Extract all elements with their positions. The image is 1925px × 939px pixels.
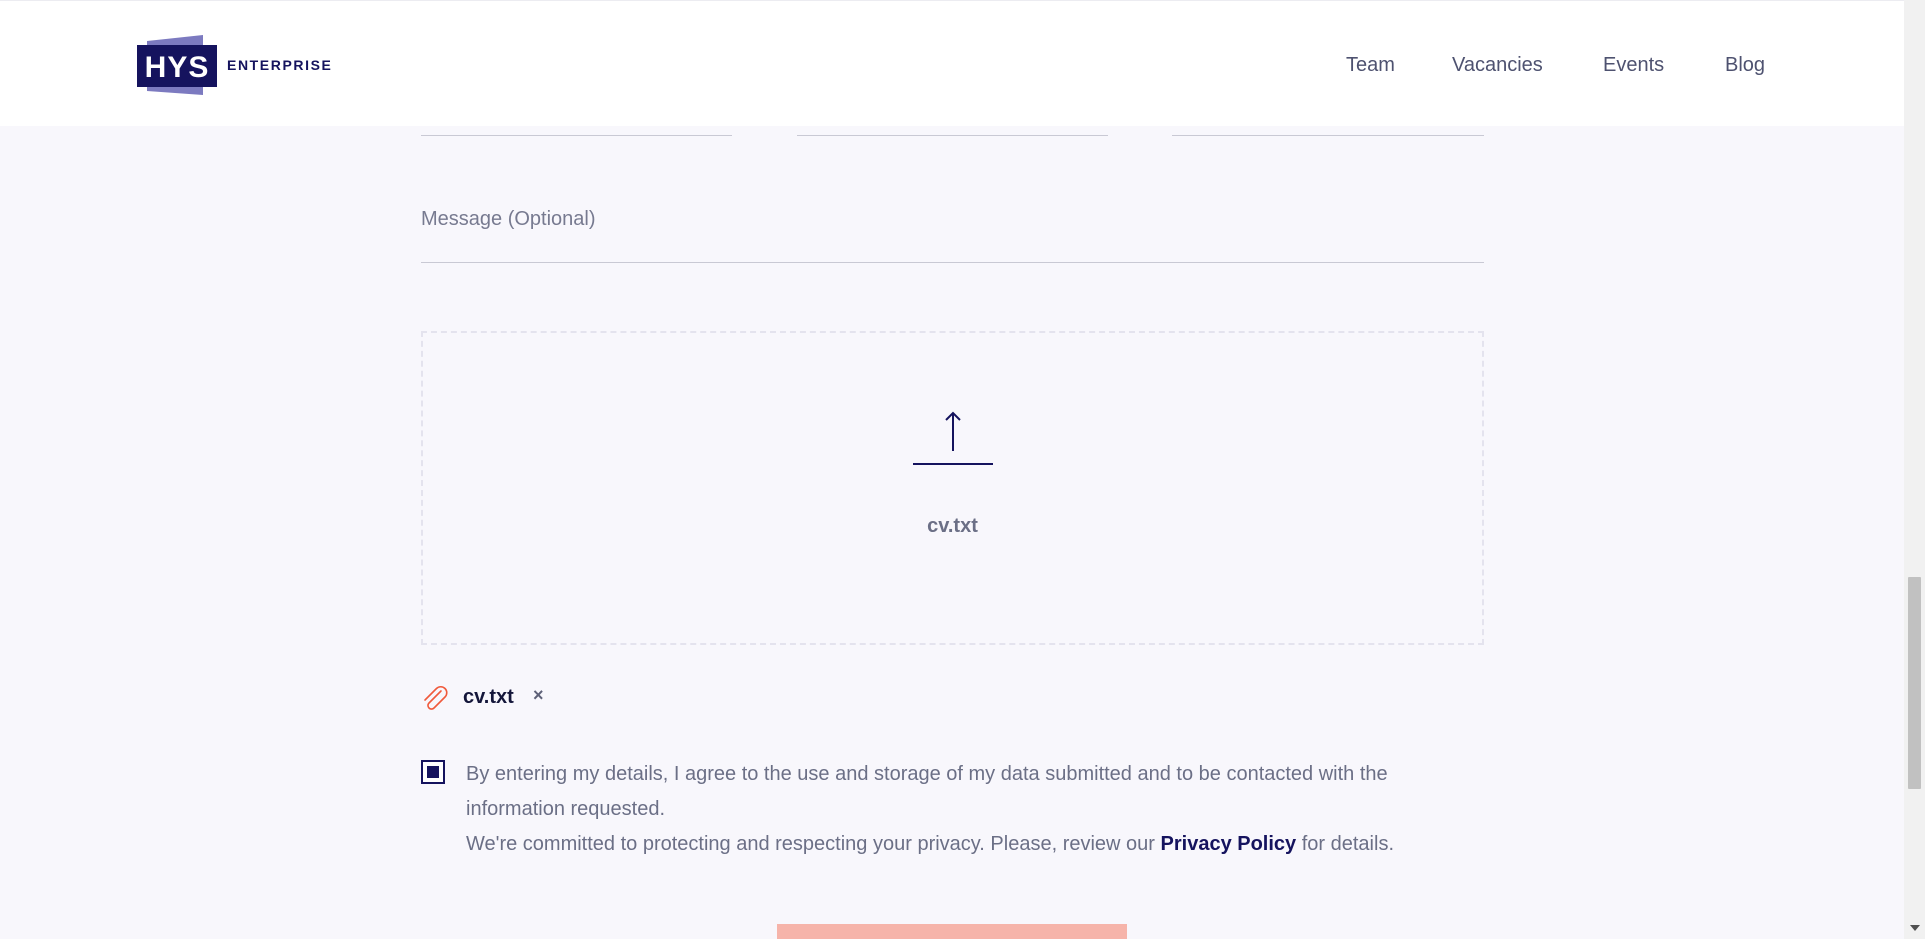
- file-dropzone[interactable]: cv.txt: [421, 331, 1484, 645]
- consent-line-2-before: We're committed to protecting and respec…: [466, 833, 1161, 855]
- scrollbar-thumb[interactable]: [1908, 577, 1921, 789]
- scroll-down-arrow-icon[interactable]: [1910, 925, 1920, 931]
- consent-line-2-after: for details.: [1296, 833, 1394, 855]
- remove-file-button[interactable]: ×: [533, 685, 544, 706]
- message-input[interactable]: Message (Optional): [421, 208, 596, 231]
- upload-arrow-icon: [913, 411, 993, 465]
- logo-mark-text: HYS: [144, 51, 210, 84]
- scrollbar[interactable]: [1904, 0, 1925, 939]
- field-underline-3[interactable]: [1172, 135, 1484, 136]
- consent-line-1: By entering my details, I agree to the u…: [466, 763, 1388, 820]
- submit-button[interactable]: [777, 924, 1127, 939]
- privacy-policy-link[interactable]: Privacy Policy: [1161, 833, 1297, 855]
- message-underline: [421, 262, 1484, 263]
- checkbox-checked-mark: [427, 766, 439, 778]
- field-underline-2[interactable]: [797, 135, 1108, 136]
- nav-link-team[interactable]: Team: [1346, 54, 1395, 77]
- consent-line-2: We're committed to protecting and respec…: [466, 827, 1466, 862]
- attached-filename: cv.txt: [463, 686, 514, 708]
- logo[interactable]: HYS ENTERPRISE: [137, 35, 337, 97]
- paperclip-icon: [424, 686, 448, 710]
- nav-link-events[interactable]: Events: [1603, 54, 1664, 77]
- nav-link-blog[interactable]: Blog: [1725, 54, 1765, 77]
- field-underline-1[interactable]: [421, 135, 732, 136]
- consent-text: By entering my details, I agree to the u…: [466, 757, 1466, 862]
- nav-link-vacancies[interactable]: Vacancies: [1452, 54, 1543, 77]
- site-header: HYS ENTERPRISE Team Vacancies Events Blo…: [0, 0, 1904, 126]
- page: HYS ENTERPRISE Team Vacancies Events Blo…: [0, 0, 1925, 939]
- dropzone-filename: cv.txt: [927, 515, 978, 537]
- consent-checkbox[interactable]: [421, 760, 445, 784]
- logo-word: ENTERPRISE: [227, 57, 333, 73]
